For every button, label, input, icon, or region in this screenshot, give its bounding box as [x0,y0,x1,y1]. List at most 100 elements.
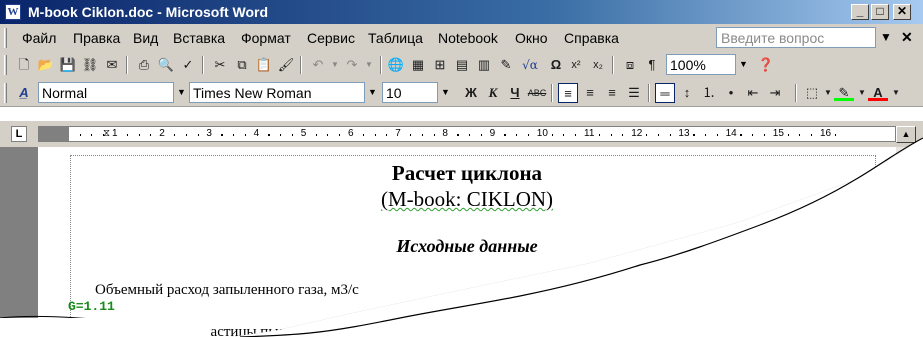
ruler-tick [457,134,459,136]
menu-table[interactable]: Таблица [368,30,423,46]
help-search-input[interactable]: Введите вопрос [716,27,876,48]
ruler-tick [764,134,765,136]
increase-indent-icon[interactable]: ⇥ [765,83,785,103]
ruler-tick [421,134,423,136]
minimize-button[interactable]: _ [851,4,869,20]
copy-icon[interactable]: ⧉ [232,55,252,75]
highlight-icon[interactable]: ✎ [834,83,854,101]
align-left-icon[interactable]: ≡ [558,83,578,103]
insert-table-icon[interactable]: ⊞ [430,55,450,75]
italic-button[interactable]: К [483,83,503,103]
menu-insert[interactable]: Вставка [173,30,225,46]
menu-window[interactable]: Окно [515,30,548,46]
subscript-icon[interactable]: x₂ [588,55,608,75]
ruler-tick [386,134,388,136]
toolbar-grip[interactable] [4,83,7,103]
strikethrough-icon[interactable]: ABC [527,83,547,103]
print-icon[interactable]: ⎙ [134,55,154,75]
ruler-tick [622,134,624,136]
ruler-number: 2 [159,128,165,139]
format-painter-icon[interactable]: 🖌 [276,55,296,75]
redo-dropdown-icon[interactable]: ▼ [359,55,379,75]
bullets-icon[interactable]: • [721,83,741,103]
equation-icon[interactable]: √α [520,55,540,75]
print-preview-icon[interactable]: 🔍 [156,55,176,75]
style-dropdown-icon[interactable]: ▼ [174,82,189,103]
close-button[interactable]: ✕ [893,4,911,20]
decrease-indent-icon[interactable]: ⇤ [743,83,763,103]
menu-file[interactable]: Файл [22,30,56,46]
symbol-icon[interactable]: Ω [546,55,566,75]
maximize-button[interactable]: □ [871,4,889,20]
zoom-dropdown-icon[interactable]: ▼ [736,54,751,75]
save-icon[interactable]: 💾 [58,55,78,75]
underline-button[interactable]: Ч [505,83,525,103]
font-dropdown-icon[interactable]: ▼ [365,82,380,103]
numbering-icon[interactable]: ⒈ [699,83,719,103]
ruler-tick [788,134,789,136]
font-color-dropdown-icon[interactable]: ▼ [886,83,906,103]
ruler-number: 11 [584,128,595,139]
tables-borders-icon[interactable]: ▦ [408,55,428,75]
ruler-tick [610,134,612,136]
help-dropdown-icon[interactable]: ▼ [880,30,892,44]
section-heading: Исходные данные [396,236,538,256]
justify-icon[interactable]: ☰ [624,83,644,103]
mathcad-region[interactable]: G=1.11 [68,299,115,314]
ruler-tick [244,134,246,136]
ruler-tick [433,134,435,136]
document-area: Расчет циклона (M-book: CIKLON) Исходные… [0,147,923,337]
help-icon[interactable]: ❓ [756,55,776,75]
ruler-tick [799,134,801,136]
horizontal-ruler[interactable]: ⧖ 1 2 3 4 5 6 7 8 9 10 11 12 13 14 15 16 [38,126,896,142]
ruler-tick [327,134,329,136]
menu-tools[interactable]: Сервис [307,30,355,46]
style-select[interactable]: Normal [38,82,174,103]
toolbar-separator [551,84,553,102]
cut-icon[interactable]: ✂ [210,55,230,75]
tab-stop-selector[interactable]: L [11,126,27,142]
font-select[interactable]: Times New Roman [189,82,365,103]
align-center-icon[interactable]: ≡ [580,83,600,103]
menubar-grip[interactable] [4,28,7,48]
title-bar[interactable]: W M-book Ciklon.doc - Microsoft Word _ □… [0,0,923,24]
show-formatting-icon[interactable]: ¶ [642,55,662,75]
menu-view[interactable]: Вид [133,30,158,46]
menu-format[interactable]: Формат [241,30,291,46]
menu-help[interactable]: Справка [564,30,619,46]
menu-notebook[interactable]: Notebook [438,30,498,46]
email-icon[interactable]: ✉ [102,55,122,75]
new-icon[interactable]: 🗋 [14,55,34,75]
superscript-icon[interactable]: x² [566,55,586,75]
ruler-tick [221,134,223,136]
bold-button[interactable]: Ж [461,83,481,103]
insert-excel-icon[interactable]: ▤ [452,55,472,75]
spelling-icon[interactable]: ✓ [178,55,198,75]
columns-icon[interactable]: ▥ [474,55,494,75]
menu-edit[interactable]: Правка [73,30,120,46]
toolbar-grip[interactable] [4,55,7,75]
font-color-icon[interactable]: A [868,83,888,101]
document-map-icon[interactable]: ⧈ [620,55,640,75]
document-close-icon[interactable]: ✕ [901,29,913,46]
scroll-up-button[interactable]: ▲ [896,126,916,143]
open-icon[interactable]: 📂 [36,55,56,75]
vertical-scrollbar[interactable] [896,147,916,337]
zoom-select[interactable]: 100% [666,54,736,75]
line-spacing-icon[interactable]: ↕ [677,83,697,103]
align-right-icon[interactable]: ≡ [602,83,622,103]
ruler-tick [752,134,754,136]
ruler-tick [138,134,140,136]
distributed-icon[interactable]: ═ [655,83,675,103]
hyperlink-icon[interactable]: 🌐 [386,55,406,75]
document-page[interactable]: Расчет циклона (M-book: CIKLON) Исходные… [38,147,896,337]
styles-icon[interactable]: A̲ [14,83,34,103]
word-app-icon[interactable]: W [5,4,21,20]
paste-icon[interactable]: 📋 [254,55,274,75]
font-size-select[interactable]: 10 [382,82,438,103]
drawing-icon[interactable]: ✎ [496,55,516,75]
font-size-dropdown-icon[interactable]: ▼ [438,82,453,103]
toolbar-separator [795,84,797,102]
permission-icon[interactable]: ⛓ [80,55,100,75]
word-window: W M-book Ciklon.doc - Microsoft Word _ □… [0,0,923,337]
